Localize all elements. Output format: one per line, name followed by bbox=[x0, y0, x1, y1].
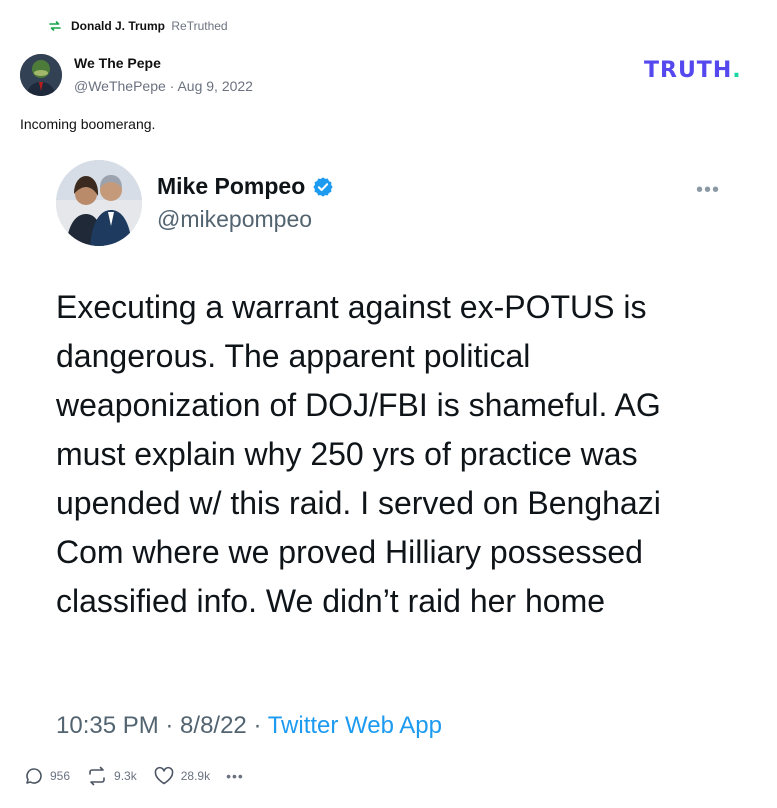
author-name[interactable]: We The Pepe bbox=[74, 55, 161, 71]
heart-icon bbox=[154, 766, 174, 785]
post-date[interactable]: Aug 9, 2022 bbox=[177, 78, 253, 94]
reply-icon bbox=[26, 768, 42, 784]
embedded-tweet-more-icon: ••• bbox=[696, 179, 721, 201]
reply-count: 956 bbox=[50, 769, 71, 783]
embedded-tweet-name-text: Mike Pompeo bbox=[157, 173, 306, 199]
reply-button[interactable]: 956 bbox=[24, 766, 70, 786]
like-button[interactable]: 28.9k bbox=[153, 766, 210, 786]
truth-logo[interactable]: TRUTH. bbox=[644, 58, 742, 83]
embedded-tweet-handle: @mikepompeo bbox=[157, 206, 313, 232]
retruth-user-name[interactable]: Donald J. Trump bbox=[71, 19, 165, 33]
author-handle[interactable]: @WeThePepe bbox=[74, 78, 166, 94]
embedded-tweet-body: Executing a warrant against ex-POTUS is … bbox=[56, 289, 661, 619]
retruth-header: Donald J. Trump ReTruthed bbox=[47, 18, 228, 34]
embedded-tweet-footer: 10:35 PM · 8/8/22 · Twitter Web App bbox=[56, 712, 442, 740]
embedded-tweet-name: Mike Pompeo bbox=[157, 173, 334, 200]
truth-logo-dot: . bbox=[732, 58, 742, 83]
author-meta: @WeThePepe · Aug 9, 2022 bbox=[74, 78, 253, 94]
embedded-tweet-image[interactable]: Mike Pompeo @mikepompeo ••• Executing a … bbox=[20, 145, 755, 757]
embedded-tweet-time: 10:35 PM · 8/8/22 · bbox=[56, 712, 268, 739]
more-options-button[interactable]: ••• bbox=[226, 768, 244, 784]
embedded-tweet-app: Twitter Web App bbox=[267, 712, 442, 739]
retruth-label: ReTruthed bbox=[171, 19, 228, 33]
retruth-action-icon bbox=[89, 766, 105, 786]
embedded-tweet-avatar bbox=[56, 160, 142, 246]
retruth-count: 9.3k bbox=[114, 769, 137, 783]
like-count: 28.9k bbox=[180, 769, 211, 783]
post-text: Incoming boomerang. bbox=[20, 116, 156, 132]
verified-badge-icon bbox=[312, 176, 334, 198]
action-bar: 956 9.3k 28.9k ••• bbox=[24, 766, 260, 786]
author-avatar[interactable] bbox=[20, 54, 62, 96]
retruth-button[interactable]: 9.3k bbox=[86, 766, 137, 786]
retruth-icon bbox=[47, 18, 63, 34]
truth-logo-text: TRUTH bbox=[644, 58, 733, 83]
meta-separator: · bbox=[165, 78, 178, 94]
